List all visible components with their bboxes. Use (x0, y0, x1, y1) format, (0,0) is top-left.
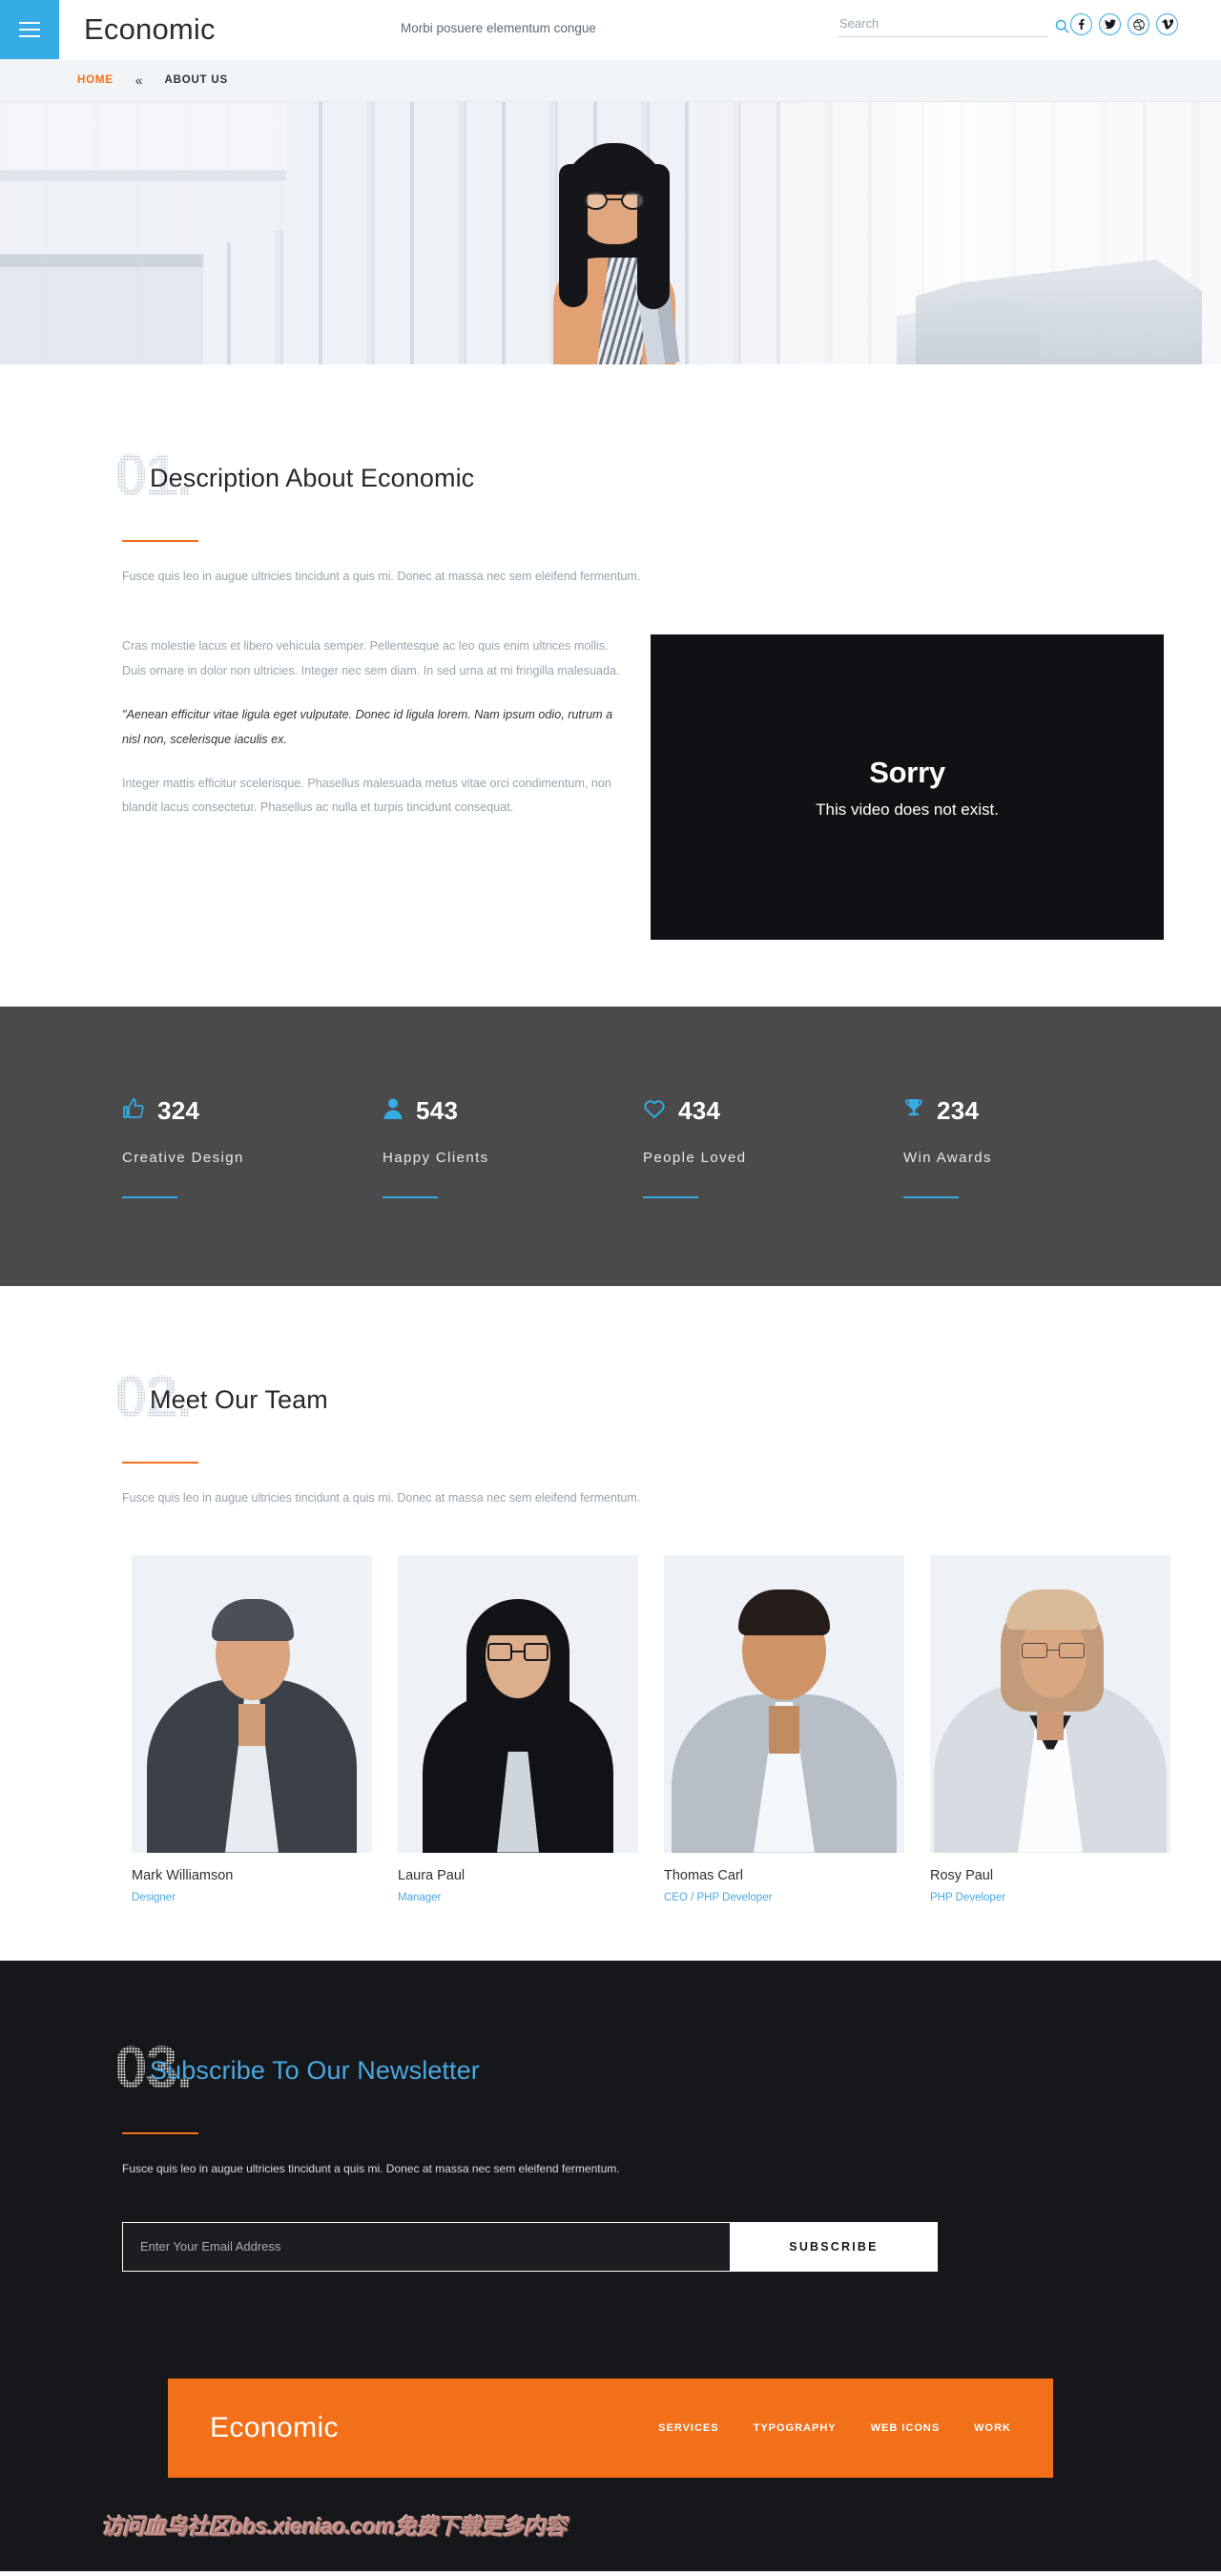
vimeo-icon[interactable] (1156, 13, 1178, 35)
footer-link-web-icons[interactable]: WEB ICONS (871, 2422, 941, 2434)
section-03-header: 03. Subscribe To Our Newsletter (57, 2038, 1164, 2104)
team-member[interactable]: Laura Paul Manager (398, 1554, 638, 1903)
description-text-column: Cras molestie lacus et libero vehicula s… (122, 634, 651, 840)
glasses-icon (1022, 1642, 1085, 1658)
email-input[interactable] (122, 2221, 730, 2272)
header-tagline: Morbi posuere elementum congue (401, 21, 596, 35)
nav-item-about-us[interactable]: ABOUT US (147, 74, 246, 86)
heart-icon (643, 1098, 666, 1124)
section-01-lead: Fusce quis leo in augue ultricies tincid… (122, 570, 641, 583)
section-02-header: 02. Meet Our Team (57, 1368, 1164, 1433)
team-member-photo (132, 1554, 372, 1853)
team-member-role: Designer (132, 1891, 176, 1903)
section-03-lead: Fusce quis leo in augue ultricies tincid… (122, 2161, 620, 2175)
stat-label: Happy Clients (383, 1149, 489, 1166)
stats-counter-section: 324 Creative Design 543 Happy Clients 43… (0, 1007, 1221, 1287)
team-member-name: Mark Williamson (132, 1867, 234, 1883)
footer-links: SERVICES TYPOGRAPHY WEB ICONS WORK (658, 2422, 1011, 2434)
footer-link-typography[interactable]: TYPOGRAPHY (754, 2422, 837, 2434)
footer-brand[interactable]: Economic (210, 2412, 339, 2444)
section-02-title: Meet Our Team (150, 1385, 328, 1415)
footer-link-work[interactable]: WORK (974, 2422, 1011, 2434)
section-01-title: Description About Economic (150, 464, 475, 492)
stat-label: People Loved (643, 1149, 747, 1166)
team-member[interactable]: Rosy Paul PHP Developer (930, 1554, 1170, 1903)
team-member-name: Rosy Paul (930, 1867, 994, 1883)
hero-banner (0, 102, 1221, 364)
nav-item-home[interactable]: HOME (59, 74, 132, 86)
main-navigation: HOME « ABOUT US (0, 59, 1221, 102)
team-member[interactable]: Mark Williamson Designer (132, 1554, 372, 1903)
stat-underline (383, 1195, 438, 1198)
team-member-role: PHP Developer (930, 1891, 1006, 1903)
section-newsletter: 03. Subscribe To Our Newsletter Fusce qu… (0, 1960, 1221, 2478)
description-columns: Cras molestie lacus et libero vehicula s… (122, 634, 1164, 941)
stat-label: Creative Design (122, 1149, 244, 1166)
thumbs-up-icon (122, 1097, 145, 1125)
video-error-title: Sorry (869, 755, 945, 789)
stat-value: 324 (157, 1096, 200, 1126)
stat-value: 234 (937, 1096, 980, 1126)
stat-win-awards: 234 Win Awards (903, 1095, 1164, 1198)
section-team: 02. Meet Our Team Fusce quis leo in augu… (0, 1286, 1221, 1961)
site-brand[interactable]: Economic (84, 12, 216, 47)
video-placeholder[interactable]: Sorry This video does not exist. (651, 634, 1164, 941)
stat-happy-clients: 543 Happy Clients (383, 1095, 643, 1198)
user-icon (383, 1097, 404, 1125)
team-member[interactable]: Thomas Carl CEO / PHP Developer (664, 1554, 904, 1903)
team-member-role: Manager (398, 1891, 442, 1903)
search-icon[interactable] (1055, 19, 1069, 37)
section-03-rule (122, 2131, 198, 2134)
stat-underline (903, 1195, 959, 1198)
stat-people-loved: 434 People Loved (643, 1095, 903, 1198)
hero-person-photo (534, 135, 696, 364)
stat-value: 543 (416, 1096, 459, 1126)
search-area (838, 13, 1069, 37)
nav-separator-icon: « (135, 73, 143, 88)
hamburger-bar (19, 29, 40, 31)
footer-bar: Economic SERVICES TYPOGRAPHY WEB ICONS W… (168, 2378, 1053, 2478)
glasses-icon (584, 191, 645, 210)
top-header: Economic Morbi posuere elementum congue (0, 0, 1221, 59)
stat-underline (643, 1195, 698, 1198)
description-quote: "Aenean efficitur vitae ligula eget vulp… (122, 707, 613, 746)
search-input[interactable] (838, 13, 1047, 37)
hamburger-bar (19, 35, 40, 37)
newsletter-form: SUBSCRIBE (122, 2221, 938, 2272)
hamburger-bar (19, 22, 40, 24)
watermark-text: 访问血鸟社区bbs.xieniao.com免费下载更多内容 (101, 2513, 567, 2539)
twitter-icon[interactable] (1099, 13, 1121, 35)
section-description: 01. Description About Economic Fusce qui… (0, 364, 1221, 1008)
team-grid: Mark Williamson Designer Laura Paul Mana… (132, 1554, 1170, 1903)
stat-label: Win Awards (903, 1149, 992, 1166)
stat-underline (122, 1195, 177, 1198)
social-links (1070, 13, 1178, 35)
video-error-message: This video does not exist. (816, 800, 999, 819)
description-paragraph: Integer mattis efficitur scelerisque. Ph… (122, 776, 611, 815)
stat-value: 434 (678, 1096, 721, 1126)
hamburger-icon[interactable] (0, 0, 59, 59)
stat-creative-design: 324 Creative Design (122, 1095, 383, 1198)
section-03-title: Subscribe To Our Newsletter (150, 2055, 480, 2085)
trophy-icon (903, 1097, 924, 1125)
footer-link-services[interactable]: SERVICES (658, 2422, 718, 2434)
section-01-header: 01. Description About Economic (57, 447, 1164, 511)
team-member-photo (664, 1554, 904, 1853)
team-member-name: Thomas Carl (664, 1867, 743, 1883)
team-member-role: CEO / PHP Developer (664, 1891, 773, 1903)
section-01-rule (122, 540, 198, 542)
facebook-icon[interactable] (1070, 13, 1092, 35)
section-02-rule (122, 1462, 198, 1465)
team-member-photo (398, 1554, 638, 1853)
section-02-lead: Fusce quis leo in augue ultricies tincid… (122, 1491, 641, 1506)
watermark-banner: 访问血鸟社区bbs.xieniao.com免费下载更多内容 (0, 2477, 1221, 2571)
dribbble-icon[interactable] (1128, 13, 1149, 35)
team-member-name: Laura Paul (398, 1867, 466, 1883)
team-member-photo (930, 1554, 1170, 1853)
description-paragraph: Cras molestie lacus et libero vehicula s… (122, 639, 620, 678)
glasses-icon (487, 1642, 548, 1661)
subscribe-button[interactable]: SUBSCRIBE (730, 2221, 938, 2272)
